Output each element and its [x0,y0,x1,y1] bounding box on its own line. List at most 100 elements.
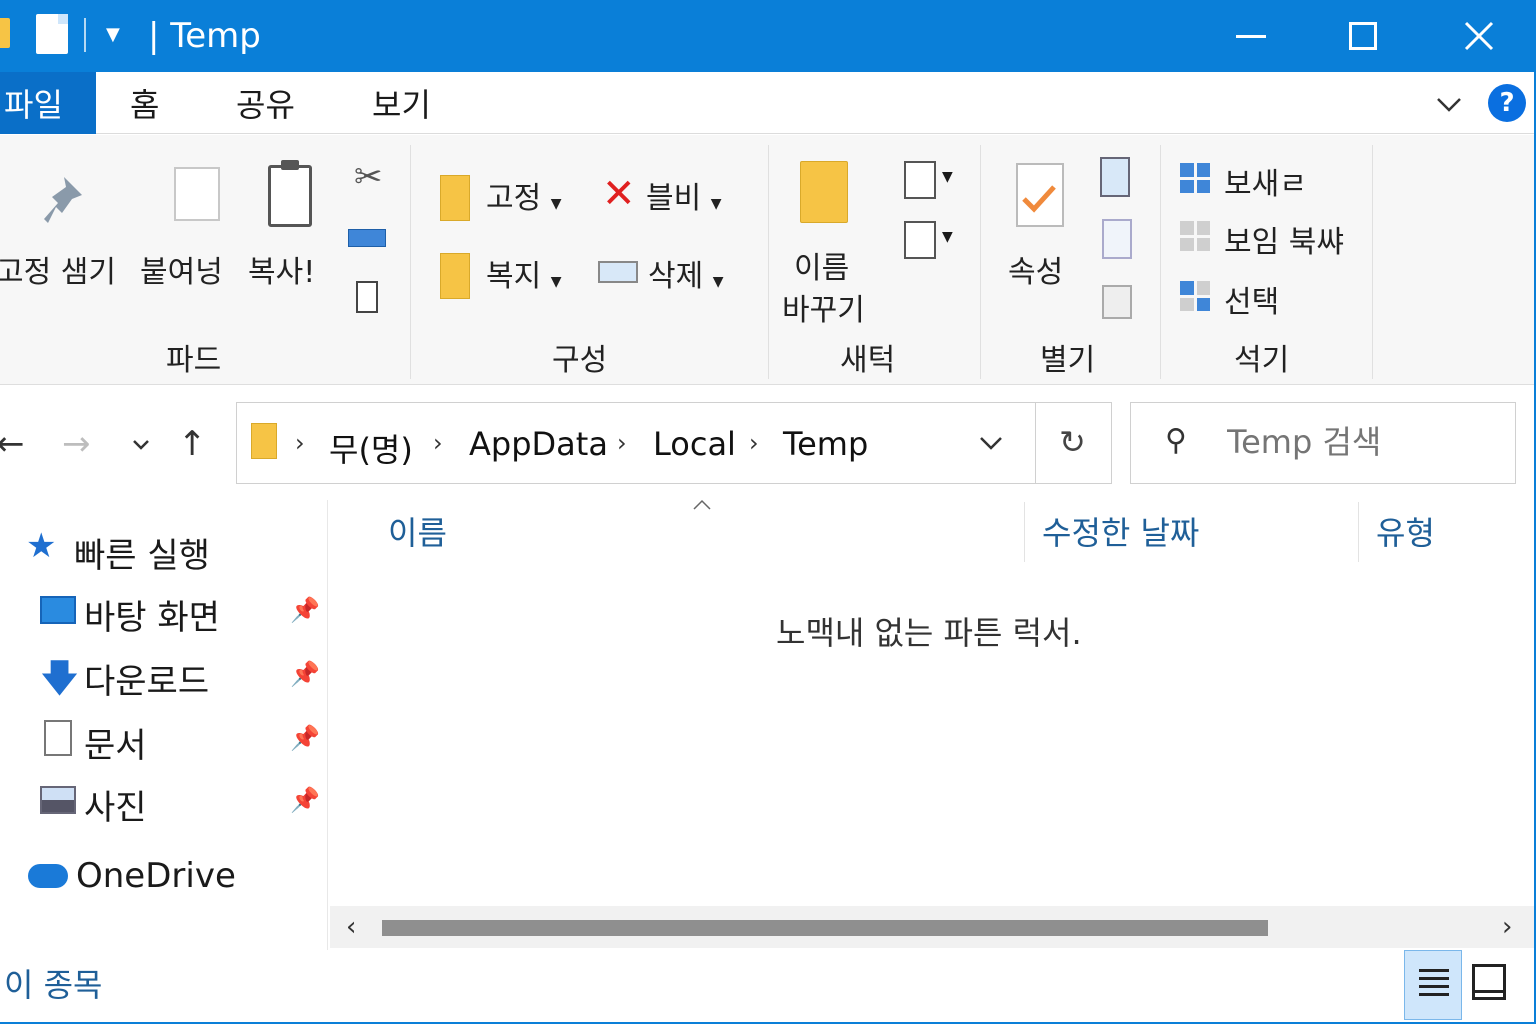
recent-locations-chevron-icon[interactable] [132,432,150,457]
select-all-icon [1180,163,1210,193]
invert-selection-button[interactable]: 선택 [1224,277,1279,321]
paste-button[interactable]: 붙여넝 [140,247,223,291]
chevron-right-icon[interactable]: › [433,429,443,457]
maximize-icon [1349,22,1377,50]
large-icons-view-icon[interactable] [1472,964,1506,1000]
sidebar-item-label: 사진 [84,788,147,828]
sidebar-item-label: 다운로드 [84,662,210,702]
invert-selection-icon [1180,281,1210,311]
history-icon[interactable] [1102,285,1132,319]
new-group-label: 새턱 [840,343,896,378]
delete-button[interactable]: 블비 ▼ [646,173,722,217]
copy-path-icon[interactable] [348,229,386,247]
minimize-icon [1236,34,1266,38]
tab-view[interactable]: 보기 [372,72,431,134]
properties-quick-icon[interactable] [36,14,68,54]
new-item-icon[interactable] [904,161,936,199]
copy-icon [174,167,220,221]
column-header-name[interactable]: 이름 [388,508,447,554]
column-divider[interactable] [1024,502,1025,562]
sidebar-item-desktop[interactable]: 바탕 화면 📌 [0,580,328,640]
sidebar-item-onedrive[interactable]: OneDrive [0,846,328,906]
search-input[interactable] [1227,423,1497,461]
window-title: | Temp [148,16,261,56]
copy-button[interactable]: 복사! [248,247,315,291]
copy-to-button[interactable]: 복지 ▼ [486,251,562,295]
sidebar-item-downloads[interactable]: 🡇 다운로드 📌 [0,644,328,704]
move-to-icon [440,175,470,221]
breadcrumb-appdata[interactable]: AppData [469,425,608,463]
tab-share[interactable]: 공유 [236,72,295,134]
chevron-right-icon[interactable]: › [617,429,627,457]
select-none-button[interactable]: 보임 북쌰 [1224,217,1344,261]
clipboard-group-label: 파드 [166,343,222,378]
address-bar[interactable]: › 무(명) › AppData › Local › Temp ↻ [236,402,1112,484]
sidebar-item-quick-access[interactable]: ★ 빠른 실행 [0,518,328,578]
maximize-button[interactable] [1308,0,1418,72]
pictures-icon [40,786,76,814]
details-view-icon [1419,969,1449,1001]
easy-access-icon[interactable] [904,221,936,259]
pin-icon[interactable]: 📌 [290,724,320,752]
open-group-label: 별기 [1040,343,1096,378]
move-to-button[interactable]: 고정 ▼ [486,173,562,217]
minimize-button[interactable] [1196,0,1306,72]
open-icon[interactable] [1100,157,1130,197]
close-icon [1464,21,1494,51]
close-button[interactable] [1424,0,1534,72]
new-folder-button[interactable]: 이름 [794,243,849,287]
properties-button[interactable]: 속성 [1008,247,1063,291]
column-divider[interactable] [1358,502,1359,562]
rename-icon [598,261,638,283]
up-arrow-icon[interactable]: ↑ [178,424,207,464]
star-icon: ★ [26,526,57,566]
horizontal-scrollbar[interactable]: ‹ › [330,906,1536,948]
help-icon[interactable]: ? [1488,84,1526,122]
properties-icon [1016,163,1064,227]
select-none-icon [1180,221,1210,251]
refresh-icon[interactable]: ↻ [1059,423,1086,461]
forward-arrow-icon[interactable]: → [62,424,91,464]
group-divider [1160,145,1161,379]
breadcrumb-temp[interactable]: Temp [783,425,868,463]
pin-icon[interactable]: 📌 [290,596,320,624]
document-icon [44,720,72,756]
scrollbar-thumb[interactable] [382,920,1268,936]
cut-icon[interactable]: ✂ [354,157,383,197]
search-icon: ⚲ [1165,423,1187,458]
chevron-down-icon[interactable]: ▼ [106,24,128,46]
chevron-down-icon[interactable]: ▼ [942,169,953,185]
pin-icon [44,177,82,223]
new-folder-button-line2: 바꾸기 [782,293,865,328]
breadcrumb-user[interactable]: 무(명) [329,425,413,471]
scroll-left-icon[interactable]: ‹ [346,912,356,942]
details-view-button[interactable] [1404,950,1462,1020]
column-header-date-modified[interactable]: 수정한 날짜 [1042,508,1199,554]
sidebar-item-pictures[interactable]: 사진 📌 [0,770,328,830]
chevron-right-icon[interactable]: › [749,429,759,457]
ribbon-collapse-chevron-icon[interactable] [1436,90,1462,120]
pin-icon[interactable]: 📌 [290,786,320,814]
tab-home[interactable]: 홈 [130,72,159,134]
rename-button[interactable]: 삭제 ▼ [648,251,724,295]
status-bar: 이 종목 [0,950,1536,1024]
scroll-right-icon[interactable]: › [1502,912,1512,942]
breadcrumb-local[interactable]: Local [653,425,736,463]
column-header-type[interactable]: 유형 [1376,508,1435,554]
edit-icon[interactable] [1102,219,1132,259]
group-divider [410,145,411,379]
pin-quick-access-button[interactable]: 고정 샘기 [0,247,116,291]
paste-shortcut-icon[interactable] [356,281,378,313]
chevron-right-icon[interactable]: › [295,429,305,457]
back-arrow-icon[interactable]: ← [0,424,25,464]
pin-icon[interactable]: 📌 [290,660,320,688]
tab-file[interactable]: 파일 [0,72,96,134]
select-all-button[interactable]: 보새ㄹ [1224,159,1307,203]
empty-folder-message: 노맥내 없는 파튼 럭서. [776,614,1082,652]
sidebar-item-documents[interactable]: 문서 📌 [0,708,328,768]
address-dropdown-chevron-icon[interactable] [979,427,1003,457]
title-bar: ▼ | Temp [0,0,1536,72]
folder-icon [251,423,277,459]
chevron-down-icon[interactable]: ▼ [942,229,953,245]
search-box[interactable]: ⚲ [1130,402,1516,484]
